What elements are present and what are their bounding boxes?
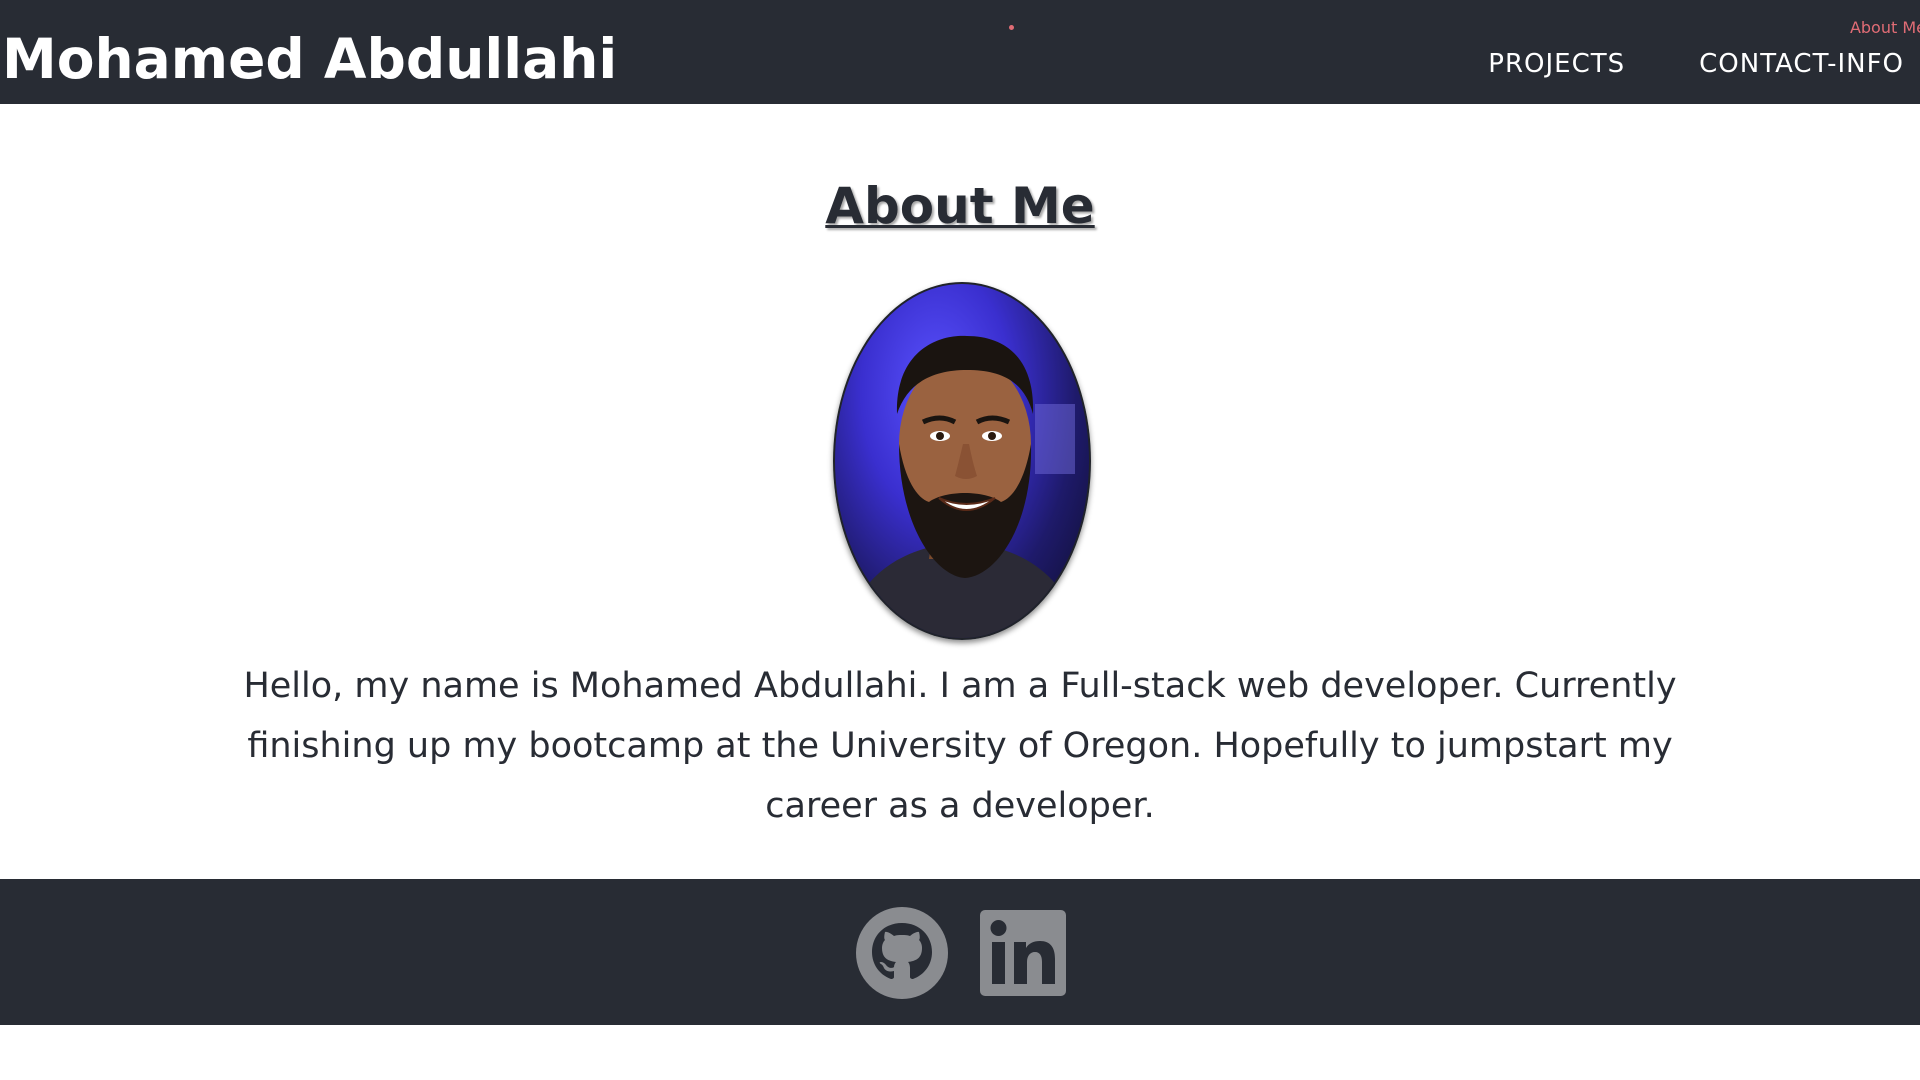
profile-photo: [833, 282, 1091, 640]
nav-link-contact-info[interactable]: CONTACT-INFO: [1699, 48, 1904, 80]
site-header: Mohamed Abdullahi About Me PROJECTS CONT…: [0, 0, 1920, 104]
linkedin-link[interactable]: [980, 910, 1066, 1000]
github-icon: [856, 907, 948, 999]
site-title: Mohamed Abdullahi: [2, 27, 618, 91]
profile-photo-illustration: [845, 335, 1079, 638]
linkedin-icon: [980, 910, 1066, 996]
github-link[interactable]: [854, 905, 950, 1005]
site-footer: [0, 879, 1920, 1025]
about-heading: About Me: [825, 177, 1095, 235]
main-nav: PROJECTS CONTACT-INFO: [1488, 48, 1904, 80]
nav-link-about-me[interactable]: About Me: [1850, 18, 1920, 38]
about-section: About Me Hello, my name is Mohamed Abdul…: [0, 104, 1920, 879]
decorative-dot: [1009, 25, 1014, 30]
social-links: [854, 905, 1066, 1005]
nav-link-projects[interactable]: PROJECTS: [1488, 48, 1625, 80]
bio-paragraph: Hello, my name is Mohamed Abdullahi. I a…: [243, 666, 1677, 826]
